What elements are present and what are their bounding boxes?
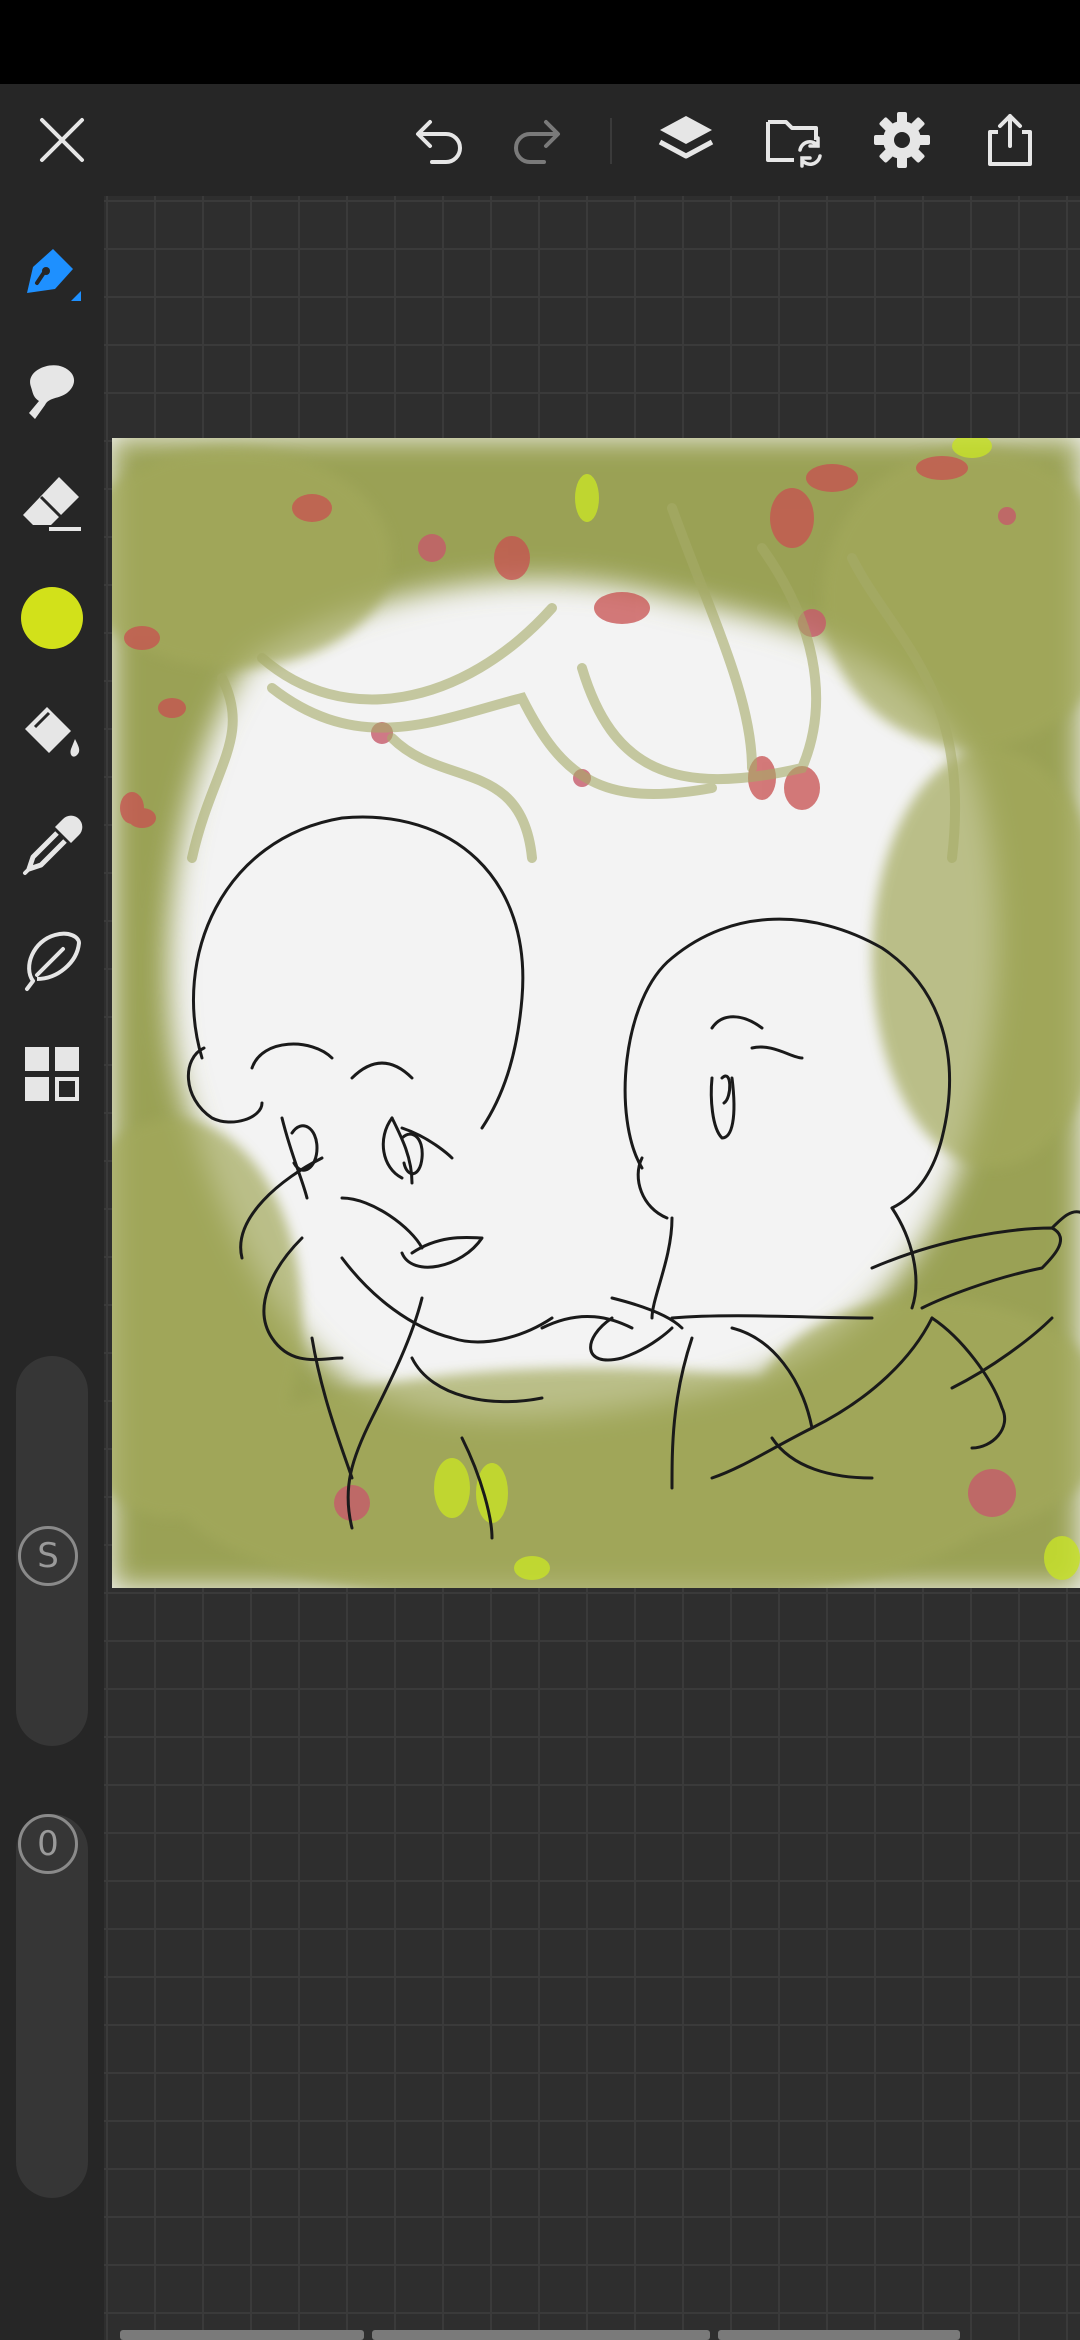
pencil-tool[interactable] xyxy=(12,236,92,316)
opacity-slider-label: 0 xyxy=(18,1814,78,1874)
folder-sync-icon xyxy=(766,120,822,168)
toolbar-divider xyxy=(610,118,612,164)
size-slider-label: S xyxy=(18,1526,78,1586)
eyedropper-tool[interactable] xyxy=(12,806,92,886)
undo-icon xyxy=(416,120,462,164)
paint-bucket-icon xyxy=(25,707,80,757)
color-button[interactable] xyxy=(12,578,92,658)
pencil-icon xyxy=(27,249,81,301)
share-button[interactable] xyxy=(970,100,1050,180)
color-swatch xyxy=(21,587,83,649)
lasso-tool[interactable] xyxy=(12,920,92,1000)
eraser-icon xyxy=(23,477,81,531)
bottom-tab[interactable] xyxy=(120,2330,364,2340)
settings-button[interactable] xyxy=(862,100,942,180)
artwork-drawing xyxy=(112,438,1080,1588)
close-button[interactable] xyxy=(22,100,102,180)
eyedropper-icon xyxy=(23,815,83,875)
layers-icon xyxy=(658,116,714,159)
lasso-icon xyxy=(25,931,82,991)
smudge-tool[interactable] xyxy=(12,350,92,430)
bottom-tab[interactable] xyxy=(372,2330,710,2340)
fill-tool[interactable] xyxy=(12,692,92,772)
smudge-icon xyxy=(29,365,75,419)
redo-icon xyxy=(514,120,560,164)
artwork-canvas[interactable] xyxy=(112,438,1080,1588)
redo-button[interactable] xyxy=(496,100,576,180)
close-icon xyxy=(40,118,84,162)
gear-icon xyxy=(874,112,930,168)
top-toolbar xyxy=(0,84,1080,196)
bottom-tab[interactable] xyxy=(718,2330,960,2340)
eraser-tool[interactable] xyxy=(12,464,92,544)
share-icon xyxy=(988,114,1032,166)
status-bar xyxy=(0,0,1080,84)
undo-button[interactable] xyxy=(400,100,480,180)
layers-button[interactable] xyxy=(646,100,726,180)
bottom-tab-strip xyxy=(120,2330,960,2340)
gallery-button[interactable] xyxy=(754,100,834,180)
grid-icon xyxy=(25,1047,79,1101)
more-tools-button[interactable] xyxy=(12,1034,92,1114)
